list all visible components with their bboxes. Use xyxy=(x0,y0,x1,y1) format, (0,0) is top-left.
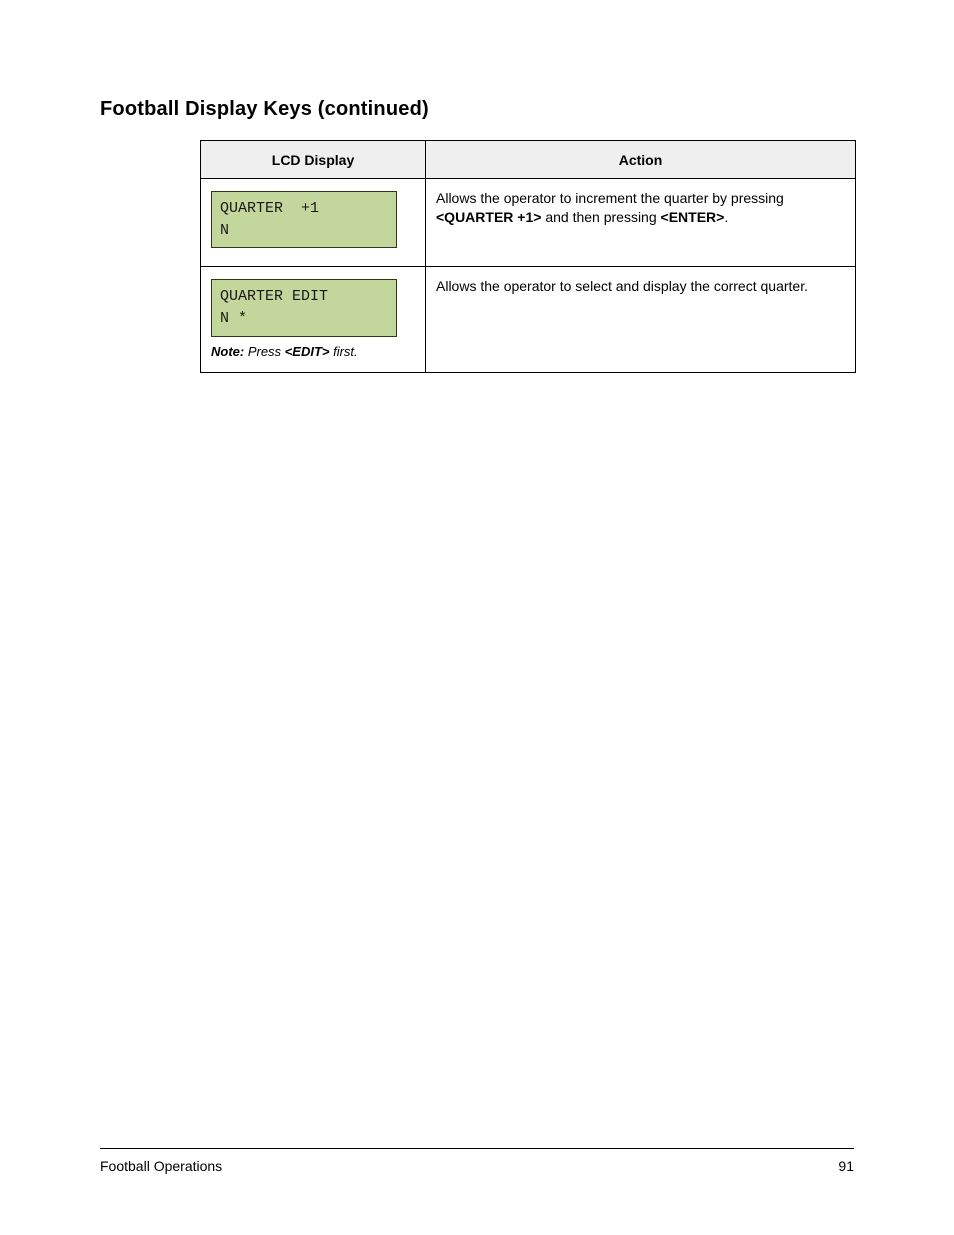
table-row: QUARTER EDIT N * Note: Press <EDIT> firs… xyxy=(201,267,856,373)
lcd-cell: QUARTER +1 N xyxy=(201,178,426,267)
action-description: Allows the operator to select and displa… xyxy=(436,278,808,294)
table-header-lcd: LCD Display xyxy=(201,141,426,179)
table-row: QUARTER +1 N Allows the operator to incr… xyxy=(201,178,856,267)
lcd-cell: QUARTER EDIT N * Note: Press <EDIT> firs… xyxy=(201,267,426,373)
lcd-display: QUARTER EDIT N * xyxy=(211,279,397,337)
table-header-action: Action xyxy=(426,141,856,179)
lcd-display: QUARTER +1 N xyxy=(211,191,397,249)
footer-left: Football Operations xyxy=(100,1158,222,1174)
action-cell: Allows the operator to select and displa… xyxy=(426,267,856,373)
page-footer: Football Operations 91 xyxy=(100,1158,854,1174)
lcd-action-table: LCD Display Action QUARTER +1 N Allows t… xyxy=(200,140,856,373)
lcd-note: Note: Press <EDIT> first. xyxy=(211,343,415,361)
section-heading: Football Display Keys (continued) xyxy=(100,98,429,121)
footer-right: 91 xyxy=(838,1158,854,1174)
action-cell: Allows the operator to increment the qua… xyxy=(426,178,856,267)
footer-rule xyxy=(100,1148,854,1149)
action-description: Allows the operator to increment the qua… xyxy=(436,190,784,225)
